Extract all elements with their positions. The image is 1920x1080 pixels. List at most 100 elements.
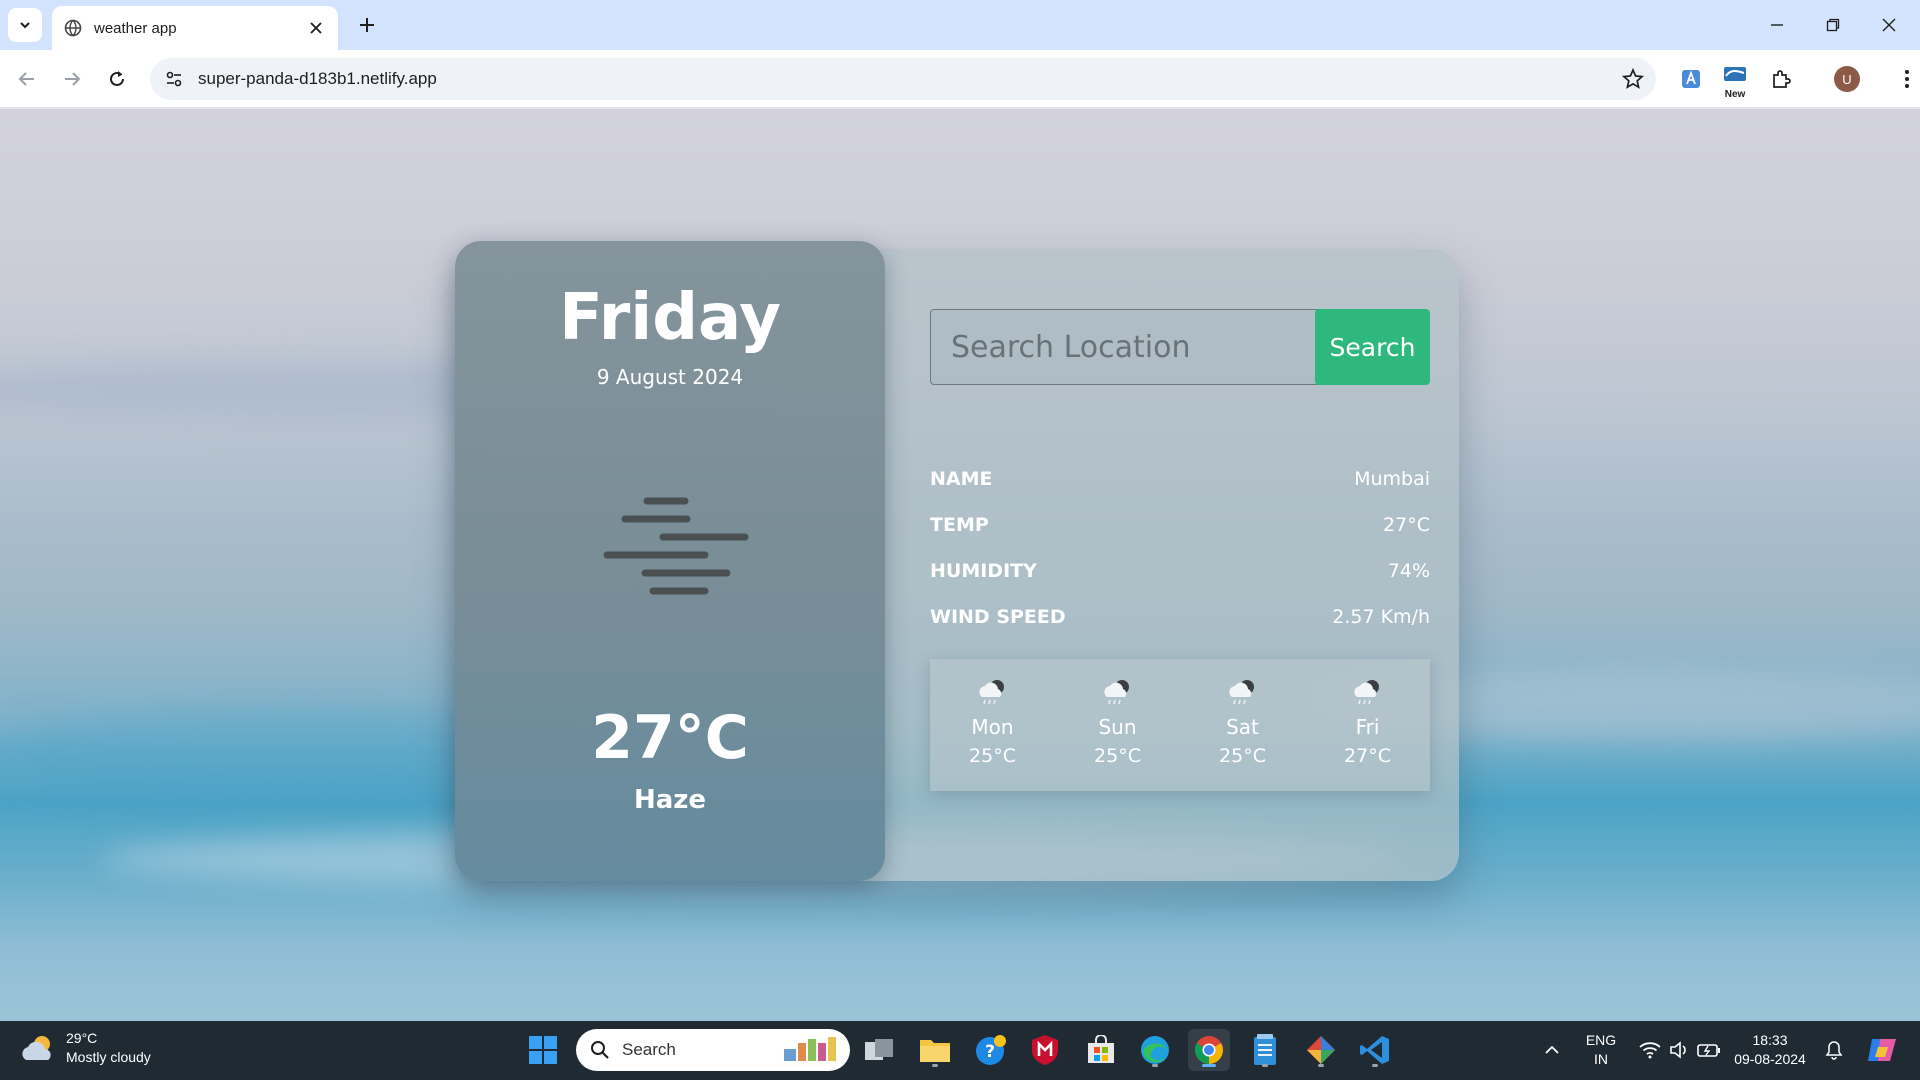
forecast-temp: 25°C <box>969 745 1016 767</box>
svg-text:?: ? <box>985 1042 995 1062</box>
active-indicator <box>1202 1064 1216 1067</box>
globe-icon <box>64 19 82 37</box>
running-indicator <box>1318 1064 1324 1067</box>
back-button[interactable] <box>10 62 44 96</box>
url-text: super-panda-d183b1.netlify.app <box>198 69 437 88</box>
browser-menu-button[interactable] <box>1890 62 1920 96</box>
profile-avatar[interactable]: U <box>1834 66 1860 92</box>
browser-tab-active[interactable]: weather app <box>52 6 338 50</box>
search-button[interactable]: Search <box>1315 309 1430 385</box>
extension-new-button[interactable]: New <box>1718 62 1752 100</box>
git-diamond-icon <box>1307 1036 1335 1064</box>
extension-translate-button[interactable] <box>1674 62 1708 96</box>
taskbar-chrome[interactable] <box>1188 1029 1230 1071</box>
search-bar: Search <box>930 309 1430 385</box>
detail-value: 2.57 Km/h <box>1332 606 1430 628</box>
search-location-input[interactable] <box>930 309 1344 385</box>
clock-date: 09-08-2024 <box>1734 1051 1806 1067</box>
reload-icon <box>110 71 124 86</box>
taskbar-help-app[interactable]: ? <box>970 1029 1012 1071</box>
restore-window-button[interactable] <box>1810 8 1856 42</box>
clock[interactable]: 18:33 09-08-2024 <box>1728 1031 1812 1069</box>
forecast-temp: 25°C <box>1094 745 1141 767</box>
taskbar-weather-temp: 29°C <box>66 1030 98 1046</box>
arrow-right-icon <box>65 72 81 86</box>
running-indicator <box>1372 1064 1378 1067</box>
windows-logo-icon <box>529 1036 557 1064</box>
notepad-icon <box>1254 1034 1276 1065</box>
detail-row-temp: TEMP 27°C <box>930 510 1430 540</box>
current-weather-panel: Friday 9 August 2024 27°C Haze <box>455 241 885 881</box>
taskbar-notepad[interactable] <box>1244 1029 1286 1071</box>
taskbar-edge[interactable] <box>1134 1029 1176 1071</box>
forecast-day: Fri <box>1355 715 1380 739</box>
weather-card: Friday 9 August 2024 27°C Haze Search Lo… <box>455 241 1459 881</box>
taskbar-microsoft-store[interactable] <box>1080 1029 1122 1071</box>
new-tab-button[interactable] <box>352 10 382 40</box>
detail-value: Mumbai <box>1354 468 1430 490</box>
tab-search-menu-button[interactable] <box>8 8 42 42</box>
start-button[interactable] <box>522 1029 564 1071</box>
chevron-down-icon <box>20 22 30 29</box>
notification-bell-icon <box>1825 1041 1843 1060</box>
edge-browser-icon <box>1141 1036 1169 1064</box>
language-indicator[interactable]: ENG IN <box>1580 1031 1622 1069</box>
page-background: Friday 9 August 2024 27°C Haze Search Lo… <box>0 109 1920 1021</box>
detail-value: 74% <box>1387 560 1430 582</box>
running-indicator <box>1152 1064 1158 1067</box>
extensions-menu-button[interactable] <box>1764 62 1798 96</box>
rain-cloud-icon <box>978 680 1004 705</box>
site-info-icon[interactable] <box>154 59 194 99</box>
chrome-browser-icon <box>1195 1036 1223 1064</box>
minimize-icon <box>1771 24 1783 26</box>
search-highlight-icon <box>784 1037 836 1061</box>
show-hidden-icons-button[interactable] <box>1532 1029 1572 1071</box>
minimize-window-button[interactable] <box>1754 8 1800 42</box>
forecast-day: Mon <box>971 715 1014 739</box>
wave-extension-icon <box>1724 67 1746 81</box>
taskbar-file-explorer[interactable] <box>914 1029 956 1071</box>
tab-title: weather app <box>94 19 177 37</box>
translate-extension-icon <box>1682 70 1700 88</box>
search-icon <box>591 1041 609 1059</box>
taskbar-search-box[interactable]: Search <box>576 1029 850 1071</box>
reload-button[interactable] <box>100 62 134 96</box>
forecast-item: Fri 27°C <box>1305 659 1430 791</box>
partly-cloudy-icon <box>22 1036 51 1060</box>
detail-label: TEMP <box>930 514 989 536</box>
current-temperature: 27°C <box>591 703 749 773</box>
store-bag-icon <box>1088 1035 1114 1063</box>
close-window-button[interactable] <box>1866 8 1912 42</box>
quick-settings-button[interactable] <box>1630 1029 1730 1071</box>
bookmark-star-icon[interactable] <box>1622 68 1644 90</box>
browser-toolbar: super-panda-d183b1.netlify.app New <box>0 50 1920 108</box>
taskbar-vscode[interactable] <box>1354 1029 1396 1071</box>
task-view-button[interactable] <box>858 1029 900 1071</box>
plus-icon <box>360 18 374 32</box>
restore-icon <box>1826 18 1840 32</box>
weather-condition: Haze <box>633 785 707 815</box>
detail-value: 27°C <box>1383 514 1430 536</box>
address-bar[interactable]: super-panda-d183b1.netlify.app <box>150 58 1656 100</box>
puzzle-icon <box>1773 70 1791 88</box>
copilot-button[interactable] <box>1862 1029 1902 1071</box>
notifications-button[interactable] <box>1816 1029 1852 1071</box>
taskbar-mcafee[interactable] <box>1024 1029 1066 1071</box>
detail-label: WIND SPEED <box>930 606 1066 628</box>
rain-cloud-icon <box>1103 680 1129 705</box>
taskbar-weather-desc: Mostly cloudy <box>66 1049 151 1065</box>
taskbar-weather-widget[interactable]: 29°C Mostly cloudy <box>20 1029 151 1067</box>
taskbar-git-tool[interactable] <box>1300 1029 1342 1071</box>
close-icon <box>1882 18 1896 32</box>
forecast-panel: Mon 25°C Sun 25°C Sat 25°C Fri 27°C <box>930 659 1430 791</box>
clock-time: 18:33 <box>1752 1032 1788 1048</box>
close-tab-icon[interactable] <box>306 18 326 38</box>
more-vertical-icon <box>1905 70 1909 88</box>
mcafee-shield-icon <box>1032 1035 1058 1065</box>
forward-button[interactable] <box>55 62 89 96</box>
browser-tab-bar: weather app <box>0 0 1920 50</box>
detail-label: HUMIDITY <box>930 560 1037 582</box>
forecast-day: Sun <box>1098 715 1137 739</box>
folder-icon <box>920 1040 950 1062</box>
windows-taskbar: 29°C Mostly cloudy Search ? ENG IN 18:33… <box>0 1021 1920 1080</box>
